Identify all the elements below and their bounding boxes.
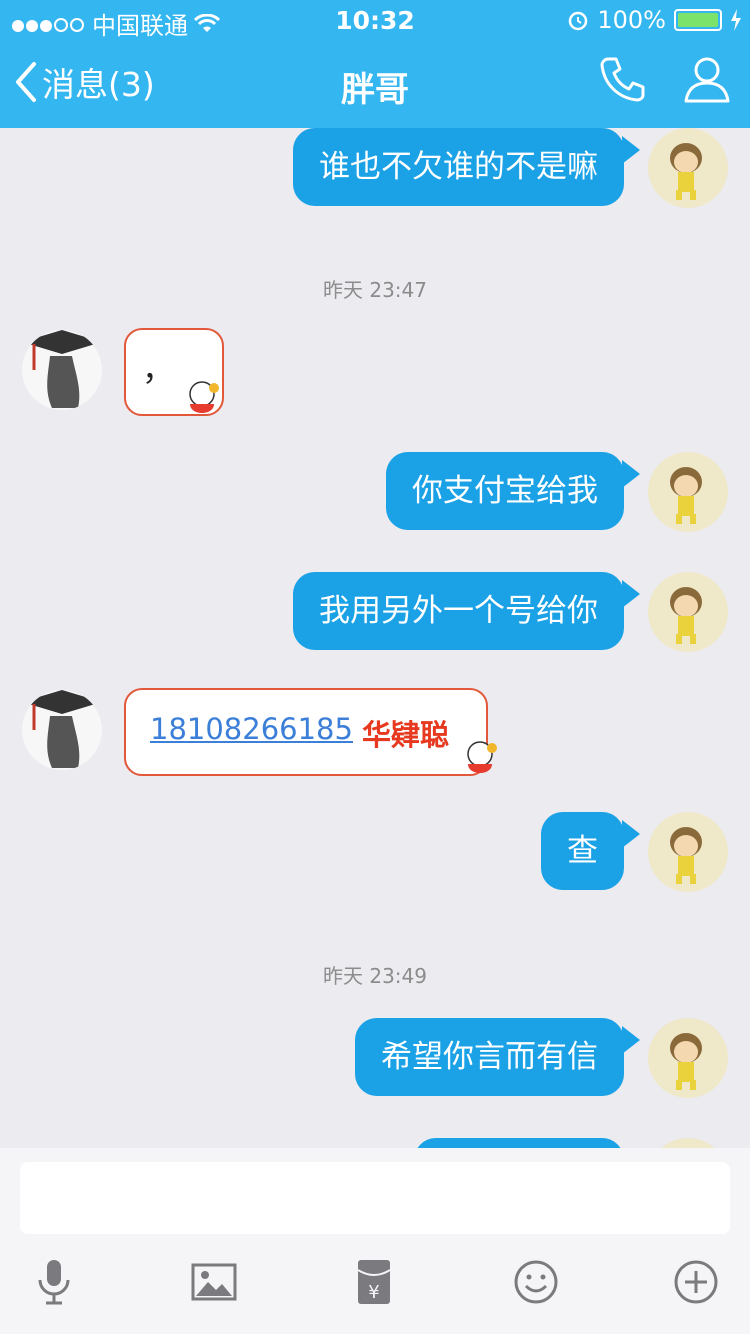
battery-percent: 100% xyxy=(597,6,666,34)
svg-text:¥: ¥ xyxy=(368,1282,379,1303)
message-bubble[interactable]: 希望你言而有信 xyxy=(355,1018,624,1096)
message-text: ， xyxy=(142,350,175,388)
contact-name: 华肄聪 xyxy=(362,718,450,752)
nav-bar: 消息(3) 胖哥 xyxy=(0,40,750,128)
phone-number-link[interactable]: 18108266185 xyxy=(150,712,353,746)
nav-actions xyxy=(598,54,732,104)
header: 中国联通 10:32 100% 消息(3) 胖哥 xyxy=(0,0,750,128)
my-avatar[interactable] xyxy=(648,812,728,892)
microphone-icon[interactable] xyxy=(30,1258,78,1306)
message-bubble[interactable]: ， xyxy=(124,328,224,416)
my-avatar[interactable] xyxy=(648,128,728,208)
avatar-image xyxy=(22,690,102,768)
bubble-tail xyxy=(622,820,640,848)
message-bubble[interactable]: 我用另外一个号给你 xyxy=(293,572,624,650)
chat-area[interactable]: 谁也不欠谁的不是嘛 昨天 23:47 ， 你支付宝给我 我用另外一个号给你 18… xyxy=(0,128,750,1148)
message-bubble-partial[interactable] xyxy=(414,1138,624,1148)
phone-icon[interactable] xyxy=(598,54,648,104)
friend-avatar[interactable] xyxy=(22,330,102,410)
bubble-tail xyxy=(622,460,640,488)
profile-icon[interactable] xyxy=(682,54,732,104)
alarm-icon xyxy=(569,11,588,31)
mascot-sticker xyxy=(467,741,497,773)
avatar-image xyxy=(670,587,702,644)
emoji-icon[interactable] xyxy=(512,1258,560,1306)
avatar-image xyxy=(22,330,102,408)
friend-avatar[interactable] xyxy=(22,690,102,770)
my-avatar[interactable] xyxy=(648,572,728,652)
input-bar: ¥ xyxy=(0,1148,750,1334)
plus-icon[interactable] xyxy=(672,1258,720,1306)
mascot-sticker xyxy=(189,381,219,413)
timestamp: 昨天 23:49 xyxy=(323,964,427,988)
status-right: 100% xyxy=(567,6,742,34)
bubble-tail xyxy=(622,136,640,164)
message-bubble[interactable]: 你支付宝给我 xyxy=(386,452,624,530)
input-toolbar: ¥ xyxy=(0,1258,750,1334)
image-icon[interactable] xyxy=(190,1258,238,1306)
avatar-image xyxy=(670,467,702,524)
red-packet-icon[interactable]: ¥ xyxy=(350,1258,398,1306)
my-avatar[interactable] xyxy=(648,1018,728,1098)
bubble-tail xyxy=(622,580,640,608)
avatar-image xyxy=(670,143,702,200)
message-bubble[interactable]: 18108266185 华肄聪 xyxy=(124,688,497,776)
message-bubble[interactable]: 谁也不欠谁的不是嘛 xyxy=(293,128,624,206)
message-bubble[interactable]: 查 xyxy=(541,812,624,890)
status-bar: 中国联通 10:32 100% xyxy=(0,0,750,40)
avatar-image xyxy=(670,827,702,884)
avatar-image xyxy=(670,1033,702,1090)
my-avatar[interactable] xyxy=(648,1138,728,1148)
message-input[interactable] xyxy=(20,1162,730,1234)
charging-icon xyxy=(731,9,741,31)
battery-icon xyxy=(674,9,722,31)
bubble-tail xyxy=(622,1026,640,1054)
my-avatar[interactable] xyxy=(648,452,728,532)
timestamp: 昨天 23:47 xyxy=(323,278,427,302)
